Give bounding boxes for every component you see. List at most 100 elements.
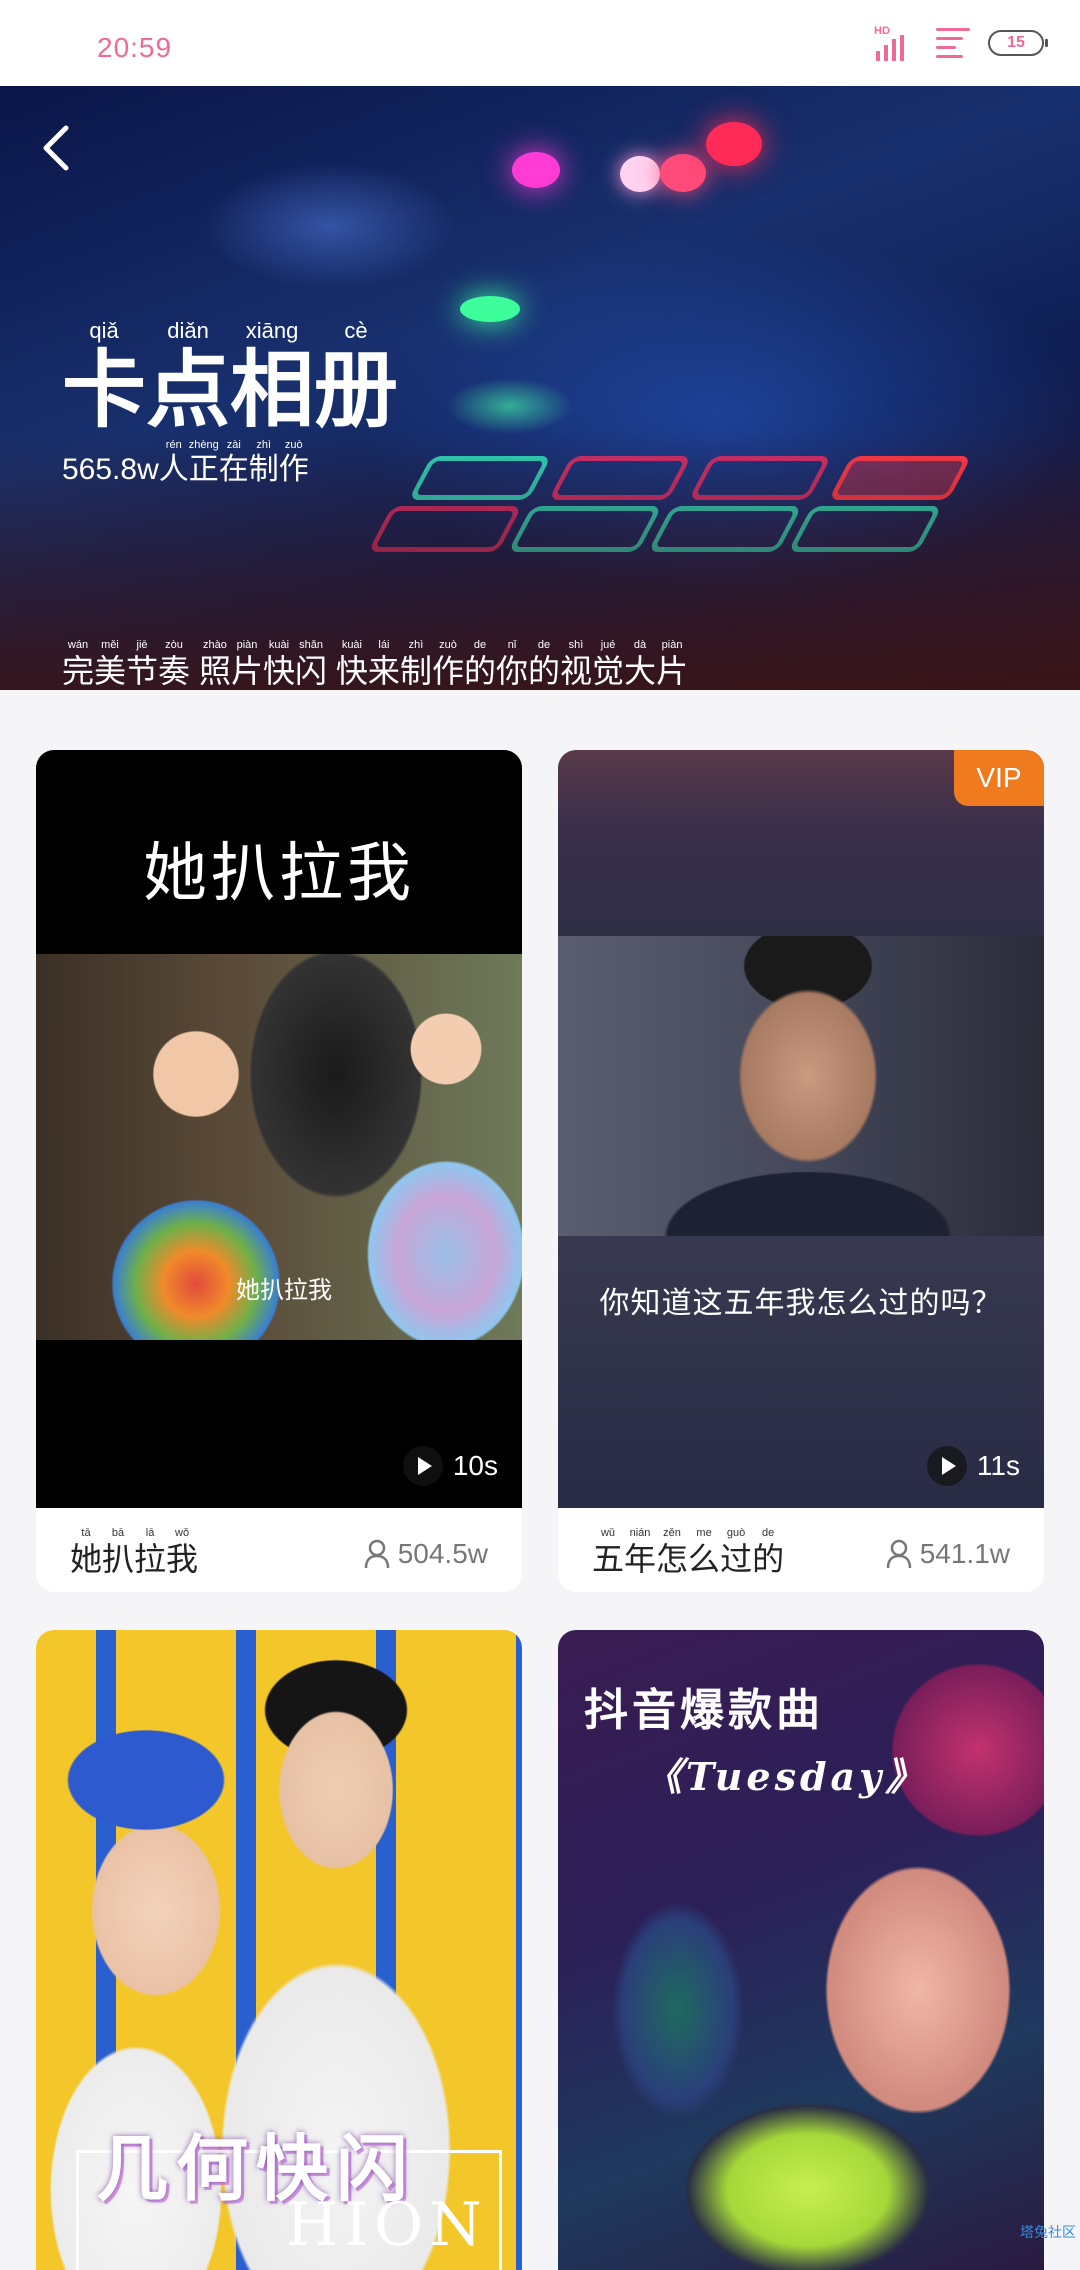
- template-name-pinyin: tā: [81, 1527, 91, 1539]
- duration-text: 10s: [452, 1450, 498, 1481]
- hero-desc-pinyin: lái: [378, 639, 390, 651]
- template-name-pinyin: zěn: [663, 1527, 681, 1539]
- hero-subtitle-hanzi: 人: [158, 453, 189, 486]
- watermark: 塔兔社区: [1020, 2224, 1076, 2240]
- template-name-pinyin: lā: [145, 1527, 155, 1539]
- template-thumbnail[interactable]: 她扒拉我 她扒拉我 10s: [36, 750, 522, 1508]
- status-bar: 20:59 HD 15: [0, 0, 1080, 86]
- template-name: wǔ 五 nián 年 zěn 怎 me 么 guò 过 de 的: [592, 1526, 784, 1578]
- template-name-hanzi: 拉: [134, 1541, 167, 1577]
- hero-description: wán 完 měi 美 jiē 节 zòu 奏 zhào 照 piàn 片 kuài 快 shǎn 闪 ku…: [62, 638, 688, 690]
- duration-badge: 11s: [926, 1444, 1020, 1488]
- template-card[interactable]: 你知道这五年我怎么过的吗？ VIP 11s wǔ 五 nián 年 zěn 怎 me 么 guò…: [558, 750, 1044, 1592]
- template-name-hanzi: 怎: [656, 1541, 689, 1577]
- maker-count: 565.8w: [62, 453, 159, 486]
- hero-desc-char: piàn 片: [231, 638, 263, 690]
- template-thumbnail[interactable]: 抖音爆款曲 《Tuesday》: [558, 1630, 1044, 2270]
- template-name-hanzi: 扒: [102, 1541, 135, 1577]
- thumbnail-subtitle: HION: [286, 2190, 488, 2260]
- hero-subtitle-hanzi: 制: [248, 453, 279, 486]
- hero-desc-hanzi: 制: [399, 653, 432, 689]
- hero-subtitle-pinyin: zhèng: [188, 439, 219, 451]
- hero-desc-hanzi: 作: [431, 653, 464, 689]
- hero-subtitle-pinyin: zhì: [256, 439, 272, 451]
- hero-desc-char: zhì 制: [400, 638, 432, 690]
- hero-subtitle-pinyin: rén: [165, 439, 182, 451]
- hero-desc-char: shì 视: [560, 638, 592, 690]
- thumbnail-title: 她扒拉我: [143, 837, 415, 911]
- hero-desc-hanzi: 完: [62, 653, 95, 689]
- duration-text: 11s: [976, 1450, 1020, 1481]
- usage-count-text: 504.5w: [397, 1538, 488, 1569]
- hero-desc-pinyin: shǎn: [299, 639, 323, 651]
- template-card[interactable]: 抖音爆款曲 《Tuesday》: [558, 1630, 1044, 2270]
- hero-desc-hanzi: 照: [198, 653, 231, 689]
- template-card[interactable]: 她扒拉我 她扒拉我 10s tā 她 bā 扒 lā 拉 wǒ 我 504.5w: [36, 750, 522, 1592]
- hero-desc-char: wán 完: [62, 638, 94, 690]
- template-name-hanzi: 五: [592, 1541, 625, 1577]
- hero-desc-pinyin: piàn: [236, 639, 258, 651]
- hero-desc-char: [190, 638, 199, 690]
- hero-desc-pinyin: zòu: [165, 639, 183, 651]
- hero-desc-hanzi: 的: [463, 653, 496, 689]
- hero-title-char: xiāng 相: [230, 318, 314, 436]
- hero-desc-hanzi: [327, 652, 336, 690]
- hero-title-char: cè 册: [314, 318, 398, 436]
- template-name-char: guò 过: [720, 1526, 752, 1578]
- hero-desc-hanzi: 视: [560, 653, 593, 689]
- thumbnail-caption: 你知道这五年我怎么过的吗？: [599, 1287, 1003, 1320]
- hero-desc-pinyin: shì: [568, 639, 584, 651]
- hero-desc-pinyin: zuò: [439, 639, 457, 651]
- person-icon: [364, 1539, 389, 1569]
- hero-desc-pinyin: kuài: [341, 639, 362, 651]
- card-footer: tā 她 bā 扒 lā 拉 wǒ 我 504.5w: [36, 1508, 522, 1592]
- hero-desc-char: měi 美: [94, 638, 126, 690]
- thumbnail-title: 抖音爆款曲: [584, 1686, 824, 1735]
- back-arrow-icon[interactable]: [36, 122, 80, 174]
- hero-banner: qiǎ 卡 diǎn 点 xiāng 相 cè 册 565.8w rén 人 zhèng 正 zài 在…: [0, 86, 1080, 690]
- hero-subtitle-char: zuò 作: [279, 438, 309, 488]
- status-icons: HD 15: [874, 18, 1048, 68]
- hero-title-hanzi: 册: [314, 343, 399, 437]
- template-name-hanzi: 过: [720, 1541, 753, 1577]
- vip-badge: VIP: [954, 750, 1044, 806]
- hero-desc-hanzi: 你: [495, 653, 528, 689]
- hero-desc-hanzi: 节: [126, 653, 159, 689]
- usage-count: 504.5w: [364, 1538, 488, 1570]
- hero-subtitle-char: rén 人: [159, 438, 189, 488]
- template-card[interactable]: 几何快闪 HION: [36, 1630, 522, 2270]
- template-name-hanzi: 我: [166, 1541, 199, 1577]
- hero-desc-char: jué 觉: [592, 638, 624, 690]
- hero-desc-pinyin: jiē: [136, 639, 148, 651]
- template-name-hanzi: 的: [752, 1541, 785, 1577]
- battery-icon: 15: [988, 30, 1048, 56]
- hero-desc-char: dà 大: [624, 638, 656, 690]
- data-icon: [936, 28, 970, 58]
- template-name-char: zěn 怎: [656, 1526, 688, 1578]
- hero-desc-char: kuài 快: [336, 638, 368, 690]
- template-name-hanzi: 么: [688, 1541, 721, 1577]
- template-name-pinyin: me: [696, 1527, 712, 1539]
- template-name-pinyin: nián: [629, 1527, 651, 1539]
- template-thumbnail[interactable]: 几何快闪 HION: [36, 1630, 522, 2270]
- hero-title-char: qiǎ 卡: [62, 318, 146, 436]
- hero-subtitle-hanzi: 在: [218, 453, 249, 486]
- hero-desc-char: kuài 快: [263, 638, 295, 690]
- template-thumbnail[interactable]: 你知道这五年我怎么过的吗？ VIP 11s: [558, 750, 1044, 1508]
- hero-desc-pinyin: [193, 638, 196, 652]
- template-name-pinyin: bā: [111, 1527, 125, 1539]
- hero-subtitle-char: zài 在: [219, 438, 249, 488]
- template-name-char: de 的: [752, 1526, 784, 1578]
- template-name: tā 她 bā 扒 lā 拉 wǒ 我: [70, 1526, 198, 1578]
- hero-subtitle-char: zhèng 正: [189, 438, 219, 488]
- hero-desc-pinyin: de: [473, 639, 487, 651]
- card-footer: wǔ 五 nián 年 zěn 怎 me 么 guò 过 de 的 541.1w: [558, 1508, 1044, 1592]
- hero-desc-char: de 的: [464, 638, 496, 690]
- hero-desc-char: lái 来: [368, 638, 400, 690]
- hero-desc-hanzi: 快: [335, 653, 368, 689]
- hero-desc-pinyin: piàn: [661, 639, 683, 651]
- usage-count: 541.1w: [886, 1538, 1010, 1570]
- hero-desc-pinyin: jué: [600, 639, 616, 651]
- hero-desc-pinyin: wán: [67, 639, 89, 651]
- hero-title-char: diǎn 点: [146, 318, 230, 436]
